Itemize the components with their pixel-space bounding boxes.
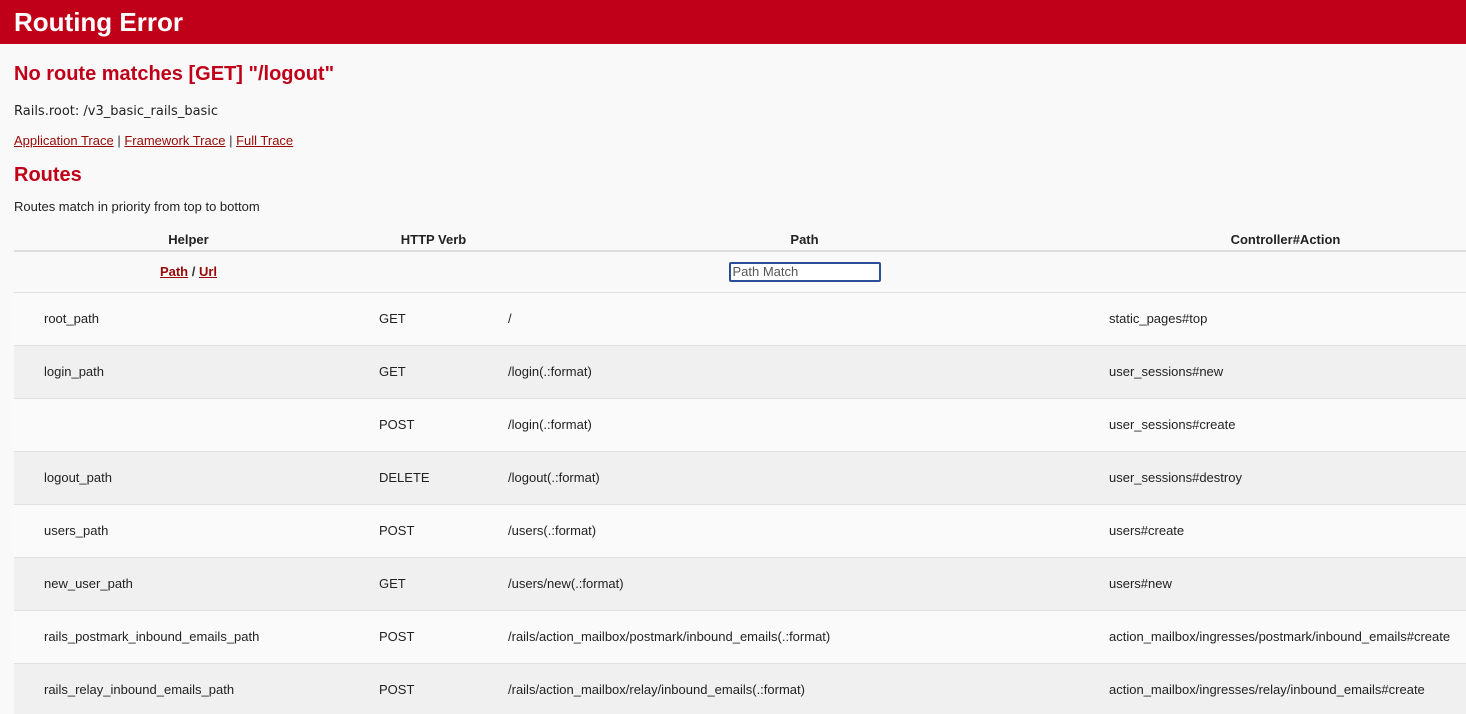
route-verb: POST <box>363 397 504 451</box>
route-verb: GET <box>363 556 504 610</box>
table-row: login_path GET/login(.:format) user_sessio… <box>14 344 1466 398</box>
route-path: /logout(.:format) <box>504 450 1105 504</box>
column-header-path: Path <box>504 223 1105 252</box>
trace-separator: | <box>113 133 125 148</box>
path-helper-link[interactable]: Path <box>160 264 188 279</box>
action-filter-cell <box>1105 251 1466 292</box>
path-match-input[interactable] <box>728 261 881 282</box>
route-action: users#new <box>1105 556 1466 610</box>
route-action: static_pages#top <box>1105 291 1466 345</box>
path-filter-cell <box>504 251 1105 292</box>
route-verb: DELETE <box>363 450 504 504</box>
filter-row: Path / Url <box>14 251 1466 292</box>
route-path: /rails/action_mailbox/postmark/inbound_e… <box>504 609 1105 663</box>
route-verb: POST <box>363 503 504 557</box>
table-header-row: Helper HTTP Verb Path Controller#Action <box>14 223 1466 252</box>
url-helper-link[interactable]: Url <box>199 264 217 279</box>
application-trace-link[interactable]: Application Trace <box>14 133 114 148</box>
table-row: new_user_path GET/users/new(.:format) user… <box>14 556 1466 610</box>
route-path: / <box>504 291 1105 345</box>
route-helper: rails_relay_inbound_emails_path <box>14 662 363 714</box>
routes-description: Routes match in priority from top to bot… <box>14 199 260 214</box>
framework-trace-link[interactable]: Framework Trace <box>124 133 225 148</box>
route-path: /users/new(.:format) <box>504 556 1105 610</box>
route-action: action_mailbox/ingresses/postmark/inboun… <box>1105 609 1466 663</box>
table-row: logout_path DELETE/logout(.:format) user_s… <box>14 450 1466 504</box>
rails-root: Rails.root: /v3_basic_rails_basic <box>14 104 219 119</box>
table-row: rails_postmark_inbound_emails_path POST/r… <box>14 609 1466 663</box>
route-path: /rails/action_mailbox/relay/inbound_emai… <box>504 662 1105 714</box>
table-row: rails_relay_inbound_emails_path POST/rail… <box>14 662 1466 714</box>
table-row: POST/login(.:format) user_sessions#create <box>14 397 1466 451</box>
route-helper: users_path <box>14 503 363 557</box>
column-header-helper: Helper <box>14 223 363 252</box>
route-helper: logout_path <box>14 450 363 504</box>
route-helper: new_user_path <box>14 556 363 610</box>
main-content: No route matches [GET] "/logout" Rails.r… <box>0 44 1466 714</box>
route-path: /login(.:format) <box>504 397 1105 451</box>
routes-title: Routes <box>14 164 82 186</box>
route-action: users#create <box>1105 503 1466 557</box>
table-row: root_path GET / static_pages#top <box>14 291 1466 345</box>
route-action: user_sessions#destroy <box>1105 450 1466 504</box>
route-helper: login_path <box>14 344 363 398</box>
column-header-verb: HTTP Verb <box>363 223 504 252</box>
route-path: /login(.:format) <box>504 344 1105 398</box>
full-trace-link[interactable]: Full Trace <box>236 133 293 148</box>
route-action: user_sessions#new <box>1105 344 1466 398</box>
routes-table: Helper HTTP Verb Path Controller#Action … <box>14 223 1466 714</box>
route-verb: GET <box>363 344 504 398</box>
table-row: users_path POST/users(.:format) users#crea… <box>14 503 1466 557</box>
page-header: Routing Error <box>0 0 1466 44</box>
trace-separator: | <box>225 133 237 148</box>
route-verb: POST <box>363 609 504 663</box>
route-action: user_sessions#create <box>1105 397 1466 451</box>
verb-filter-cell <box>363 251 504 292</box>
trace-links: Application Trace | Framework Trace | Fu… <box>14 133 1466 149</box>
route-verb: POST <box>363 662 504 714</box>
route-verb: GET <box>363 291 504 345</box>
helper-separator: / <box>188 264 199 280</box>
page-title: Routing Error <box>14 6 183 37</box>
route-helper: root_path <box>14 291 363 345</box>
route-path: /users(.:format) <box>504 503 1105 557</box>
error-message: No route matches [GET] "/logout" <box>14 63 335 85</box>
route-helper: rails_postmark_inbound_emails_path <box>14 609 363 663</box>
column-header-action: Controller#Action <box>1105 223 1466 252</box>
helper-filter: Path / Url <box>14 251 363 292</box>
route-helper <box>14 397 363 451</box>
route-action: action_mailbox/ingresses/relay/inbound_e… <box>1105 662 1466 714</box>
